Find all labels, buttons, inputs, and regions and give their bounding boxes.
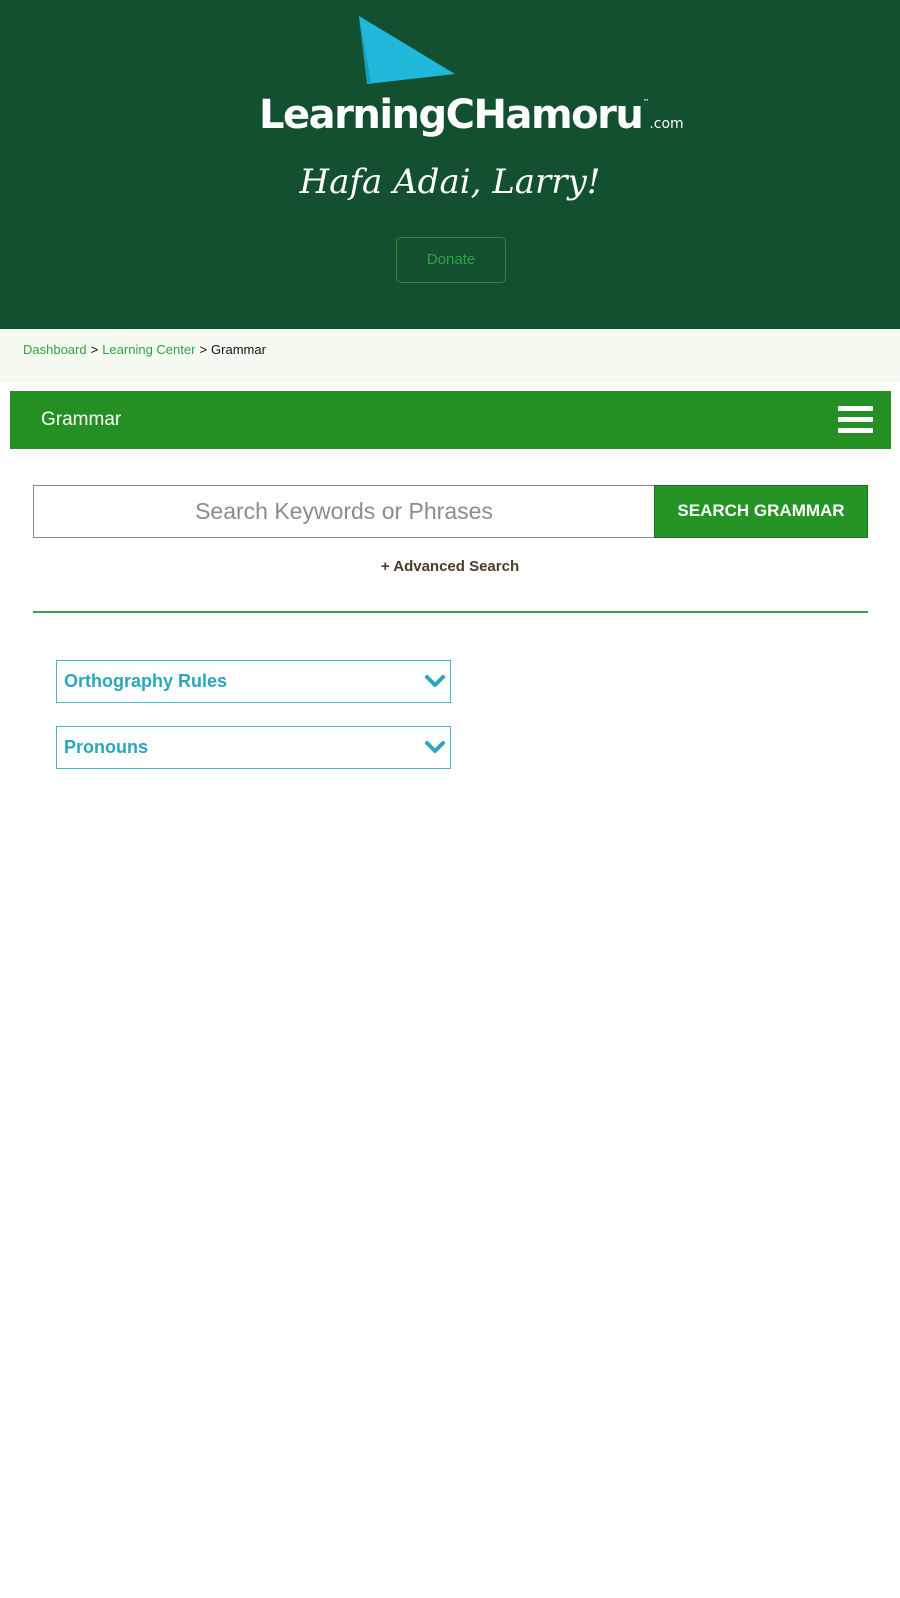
accordion-label: Orthography Rules bbox=[64, 671, 228, 691]
site-logo[interactable]: LearningCHamoru™ .com bbox=[259, 16, 684, 138]
breadcrumb-dashboard[interactable]: Dashboard bbox=[23, 342, 87, 357]
breadcrumb-learning-center[interactable]: Learning Center bbox=[102, 342, 195, 357]
donate-button[interactable]: Donate bbox=[396, 237, 506, 283]
site-header: LearningCHamoru™ .com Hafa Adai, Larry! D… bbox=[0, 0, 900, 329]
chevron-down-icon bbox=[425, 675, 445, 687]
breadcrumb-separator: > bbox=[90, 342, 99, 357]
breadcrumb-current: Grammar bbox=[211, 342, 266, 357]
logo-tld: .com bbox=[649, 116, 684, 132]
breadcrumb-separator: > bbox=[199, 342, 208, 357]
chevron-down-icon bbox=[425, 741, 445, 753]
divider bbox=[33, 611, 868, 613]
accordion-orthography-rules[interactable]: Orthography Rules bbox=[56, 660, 451, 703]
hamburger-menu-icon[interactable] bbox=[838, 406, 873, 434]
logo-text-main: LearningCHamoru bbox=[259, 92, 644, 138]
search-grammar-button[interactable]: SEARCH GRAMMAR bbox=[654, 485, 868, 538]
advanced-search-link[interactable]: + Advanced Search bbox=[0, 558, 900, 575]
search-input[interactable] bbox=[33, 485, 655, 538]
page-title: Grammar bbox=[41, 409, 122, 430]
breadcrumb: Dashboard > Learning Center > Grammar bbox=[0, 329, 900, 383]
accordion-pronouns[interactable]: Pronouns bbox=[56, 726, 451, 769]
section-title-bar: Grammar bbox=[10, 391, 891, 449]
logo-text: LearningCHamoru™ .com bbox=[259, 78, 684, 148]
accordion-label: Pronouns bbox=[64, 737, 148, 757]
greeting-text: Hafa Adai, Larry! bbox=[299, 162, 601, 202]
logo-trademark: ™ bbox=[642, 98, 650, 106]
